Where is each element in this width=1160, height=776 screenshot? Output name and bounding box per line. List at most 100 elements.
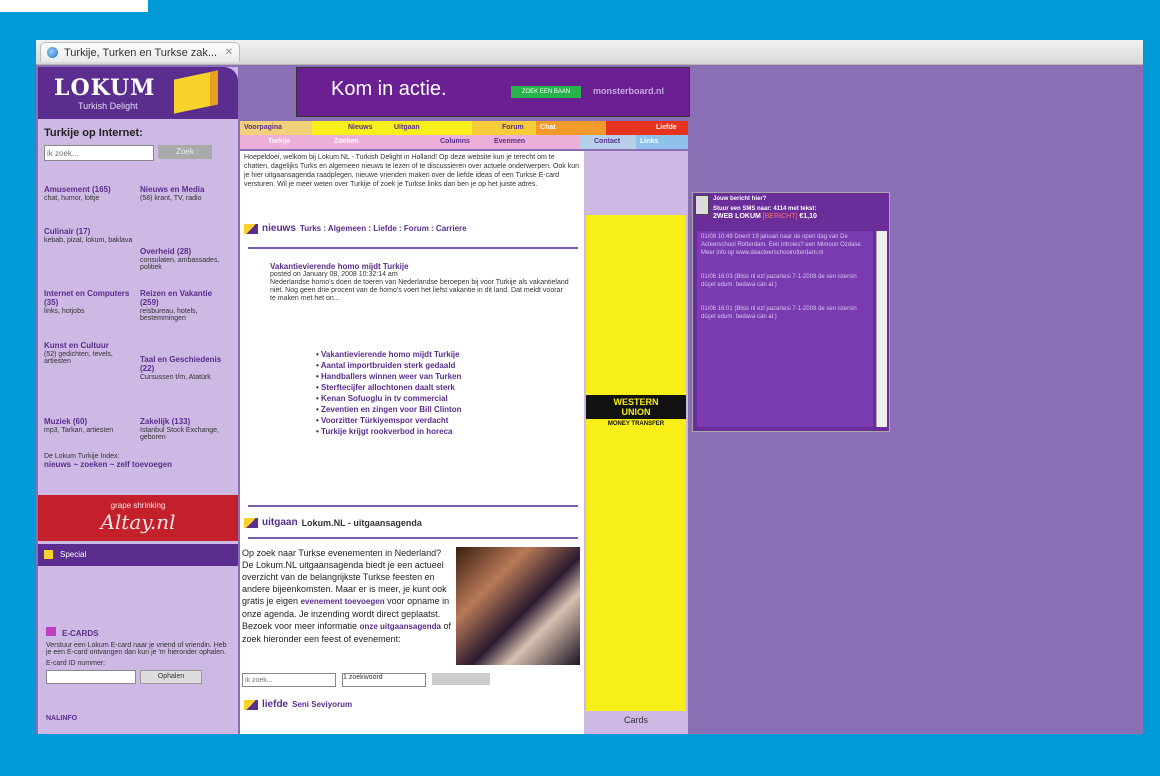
nav-turkije[interactable]: Turkije xyxy=(240,135,330,149)
sms-message: 01/08 10:49 Doen! 19 januari naar de ope… xyxy=(701,234,863,256)
list-item[interactable]: Kenan Sofuoglu in tv commercial xyxy=(316,393,461,404)
browser-tab[interactable]: Turkije, Turken en Turkse zak... ✕ xyxy=(40,42,240,62)
ecard-box: E-CARDS Verstuur een Lokum E-card naar j… xyxy=(46,627,232,684)
uitgaan-title: Lokum.NL - uitgaansagenda xyxy=(301,517,422,528)
event-search: 1 zoekwoord xyxy=(242,673,490,687)
article-body: Nederlandse homo's doen de toeren van Ne… xyxy=(270,279,569,302)
news-links[interactable]: Turks : Algemeen : Liefde : Forum : Carr… xyxy=(300,224,467,233)
list-item[interactable]: Handballers winnen weer van Turken xyxy=(316,371,461,382)
nav-links[interactable]: Links xyxy=(636,135,688,149)
news-header: nieuws Turks : Algemeen : Liefde : Forum… xyxy=(244,223,467,234)
sms-instructions: Stuur een SMS naar: 4114 met tekst: xyxy=(713,206,817,212)
sms-message-list[interactable]: 01/08 10:49 Doen! 19 januari naar de ope… xyxy=(697,231,873,427)
browser-window: Turkije, Turken en Turkse zak... ✕ LOKUM… xyxy=(36,40,1143,734)
ecard-id-label: E-card ID nummer: xyxy=(46,660,106,667)
ecards-text: Verstuur een Lokum E-card naar je vriend… xyxy=(46,642,227,656)
logo-brand: LOKUM xyxy=(54,75,156,101)
sms-widget: Jouw bericht hier? Stuur een SMS naar: 4… xyxy=(692,192,890,432)
nav-contact[interactable]: Contact xyxy=(580,135,636,149)
nav-zoeken[interactable]: Zoeken xyxy=(330,135,400,149)
monsterboard-banner[interactable]: Kom in actie. ZOEK EEN BAAN monsterboard… xyxy=(296,67,690,117)
tab-title: Turkije, Turken en Turkse zak... xyxy=(64,46,218,59)
close-tab-icon[interactable]: ✕ xyxy=(225,47,233,58)
category-zakelijk[interactable]: Zakelijk (133) Istanbul Stock Exchange, g… xyxy=(140,417,232,441)
cards-ad-text: Cards xyxy=(624,715,649,725)
agenda-link[interactable]: onze uitgaansagenda xyxy=(360,622,441,631)
western-union-logo[interactable]: WESTERN UNION MONEY TRANSFER xyxy=(586,395,686,429)
banner-brand: monsterboard.nl xyxy=(593,86,665,96)
category-internet[interactable]: Internet en Computers (35) links, hotjobs xyxy=(44,289,134,315)
list-item[interactable]: Vakantievierende homo mijdt Turkije xyxy=(316,349,461,360)
section-arrow-icon xyxy=(244,517,258,528)
party-photo xyxy=(456,547,580,665)
nav-columns[interactable]: Columns xyxy=(400,135,490,149)
site-logo[interactable]: LOKUM Turkish Delight xyxy=(38,67,238,119)
category-reizen[interactable]: Reizen en Vakantie (259) reisbureau, hote… xyxy=(140,289,232,322)
phone-icon xyxy=(695,195,709,215)
category-muziek[interactable]: Muziek (60) mp3, Tarkan, artiesten xyxy=(44,417,134,434)
nav-liefde[interactable]: Liefde xyxy=(606,121,688,135)
left-sidebar: LOKUM Turkish Delight Turkije op Interne… xyxy=(38,67,238,734)
article-meta: posted on January 08, 2008 10:32:14 am xyxy=(270,271,398,278)
category-nieuws[interactable]: Nieuws en Media (58) krant, TV, radio xyxy=(140,185,232,202)
category-amusement[interactable]: Amusement (165) chat, humor, lottje xyxy=(44,185,134,202)
lokum-index: De Lokum Turkije Index: nieuws ~ zoeken … xyxy=(44,453,172,469)
ecard-id-input[interactable] xyxy=(46,670,136,684)
category-culinair[interactable]: Culinair (17) kebab, pizat, lokum, baklav… xyxy=(44,227,134,244)
banner-button[interactable]: ZOEK EEN BAAN xyxy=(511,86,581,98)
article-title[interactable]: Vakantievierende homo mijdt Turkije xyxy=(270,263,570,271)
nav-chat[interactable]: Chat xyxy=(536,121,606,135)
sidebar-heading: Turkije op Internet: xyxy=(44,127,143,139)
add-event-link[interactable]: evenement toevoegen xyxy=(301,597,385,606)
altay-ad-top: grape shrinking xyxy=(110,501,166,510)
globe-icon xyxy=(47,47,58,58)
nav-voorpagina[interactable]: Voorpagina xyxy=(240,121,312,135)
altay-ad[interactable]: grape shrinking Altay.nl xyxy=(38,495,238,541)
list-item[interactable]: Voorzitter Türkiyemspor verdacht xyxy=(316,415,461,426)
arrow-icon xyxy=(44,550,53,559)
uitgaan-header: uitgaan Lokum.NL - uitgaansagenda xyxy=(244,517,422,528)
sms-code: 2WEB LOKUM [BERICHT] €1,10 xyxy=(713,213,817,220)
special-label: Special xyxy=(60,550,87,559)
index-links[interactable]: nieuws ~ zoeken ~ zelf toevoegen xyxy=(44,460,172,469)
event-search-button[interactable] xyxy=(432,673,490,685)
section-arrow-icon xyxy=(244,223,258,234)
uitgaan-section-name: uitgaan xyxy=(262,517,298,528)
nav-evenmen[interactable]: Evenmen xyxy=(490,135,580,149)
category-overheid[interactable]: Overheid (28) consulaten, ambassades, pol… xyxy=(140,247,232,271)
nav-nieuws[interactable]: Nieuws xyxy=(312,121,390,135)
nav-forum[interactable]: Forum xyxy=(472,121,536,135)
section-arrow-icon xyxy=(244,699,258,710)
ecards-title[interactable]: E-CARDS xyxy=(62,627,232,638)
keyword-select[interactable]: 1 zoekwoord xyxy=(342,673,426,687)
intro-text: Hoepeldoei, welkom bij Lokum.NL - Turkis… xyxy=(244,154,580,188)
sms-heading: Jouw bericht hier? xyxy=(713,196,767,202)
sms-scrollbar[interactable] xyxy=(876,231,887,427)
corner-notch xyxy=(0,0,148,12)
western-union-ad[interactable] xyxy=(586,215,686,711)
divider xyxy=(248,537,578,539)
banner-text: Kom in actie. xyxy=(331,78,447,100)
category-kunst[interactable]: Kunst en Cultuur (52) gedichten, tevels, … xyxy=(44,341,134,365)
headline-list: Vakantievierende homo mijdt Turkije Aant… xyxy=(316,349,462,437)
category-taal[interactable]: Taal en Geschiedenis (22) Cursussen t/m, … xyxy=(140,355,232,381)
nav-uitgaan[interactable]: Uitgaan xyxy=(390,121,472,135)
event-search-input[interactable] xyxy=(242,673,336,687)
divider xyxy=(248,247,578,249)
nalinfo-logo[interactable]: NALINFO xyxy=(46,715,77,722)
index-label: De Lokum Turkije Index: xyxy=(44,453,120,460)
sms-message: 01/06 16:01 (Bliss nl ezl pazartesi 7-1-… xyxy=(701,306,857,320)
list-item[interactable]: Sterftecijfer allochtonen daalt sterk xyxy=(316,382,461,393)
uitgaan-text: Op zoek naar Turkse evenementen in Neder… xyxy=(242,548,451,644)
special-header: Special xyxy=(38,544,238,566)
web-page: LOKUM Turkish Delight Turkije op Interne… xyxy=(36,65,1143,734)
list-item[interactable]: Zeventien en zingen voor Bill Clinton xyxy=(316,404,461,415)
sidebar-search-button[interactable]: Zoek xyxy=(158,145,212,159)
list-item[interactable]: Aantal importbruiden sterk gedaald xyxy=(316,360,461,371)
ad-column: WESTERN UNION MONEY TRANSFER Cards xyxy=(584,151,688,734)
list-item[interactable]: Turkije krijgt rookverbod in horeca xyxy=(316,426,461,437)
ecard-fetch-button[interactable]: Ophalen xyxy=(140,670,202,684)
sidebar-search-input[interactable] xyxy=(44,145,154,161)
logo-subtitle: Turkish Delight xyxy=(78,101,138,111)
liefde-title[interactable]: Seni Seviyorum xyxy=(292,700,352,709)
